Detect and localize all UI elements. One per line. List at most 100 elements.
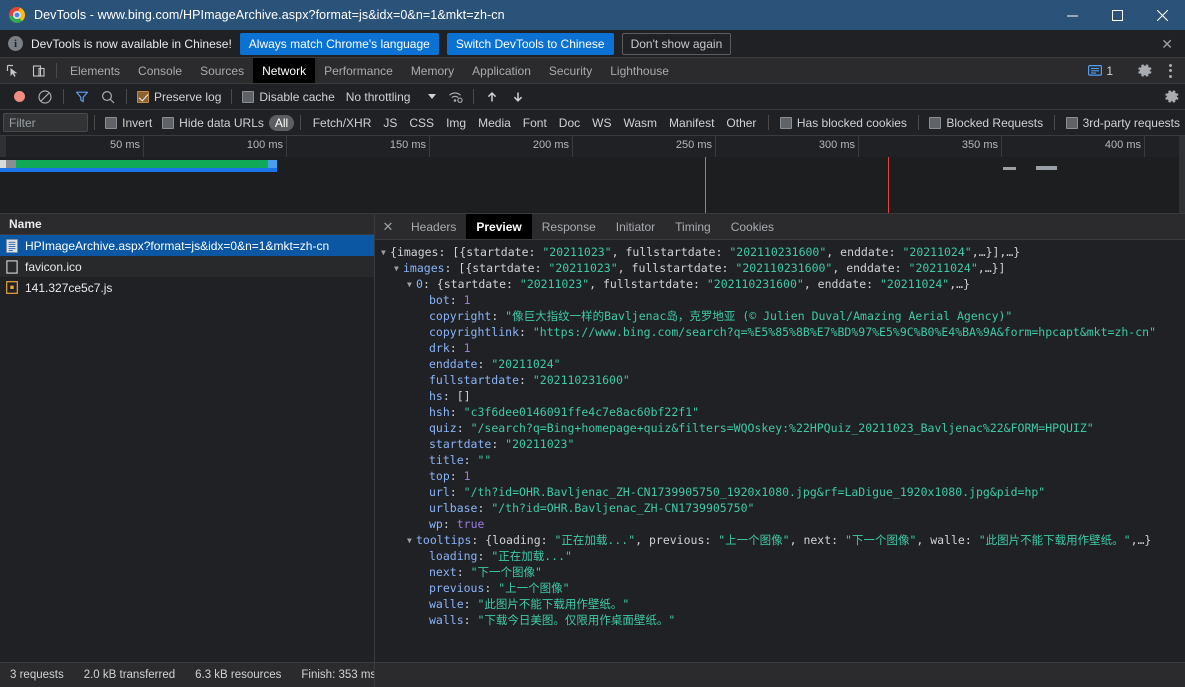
filter-type-js[interactable]: JS [377,115,403,131]
message-bubble-icon [1088,64,1103,76]
has-blocked-cookies-checkbox[interactable]: Has blocked cookies [775,116,912,130]
json-tree-line[interactable]: quiz: "/search?q=Bing+homepage+quiz&filt… [381,420,1185,436]
device-toolbar-icon[interactable] [26,58,52,83]
toolbar-divider [56,63,57,78]
preserve-log-checkbox[interactable]: Preserve log [132,90,226,104]
gear-icon[interactable] [1132,63,1158,78]
tab-sources[interactable]: Sources [191,58,253,83]
json-tree-line[interactable]: hsh: "c3f6dee0146091ffe4c7e8ac60bf22f1" [381,404,1185,420]
maximize-icon[interactable] [1095,0,1140,30]
json-tree-line[interactable]: ▼ images: [{startdate: "20211023", fullst… [381,260,1185,276]
filter-type-all[interactable]: All [268,114,295,131]
tab-memory[interactable]: Memory [402,58,463,83]
json-tree-line[interactable]: enddate: "20211024" [381,356,1185,372]
json-tree-line[interactable]: startdate: "20211023" [381,436,1185,452]
tab-preview[interactable]: Preview [466,214,532,239]
json-token: fullstartdate [603,277,694,291]
tab-console[interactable]: Console [129,58,191,83]
filter-input[interactable]: Filter [3,113,88,132]
close-icon[interactable] [1140,0,1185,30]
json-tree-line[interactable]: copyrightlink: "https://www.bing.com/sea… [381,324,1185,340]
json-token: tooltips [416,533,472,547]
filter-type-manifest[interactable]: Manifest [663,115,720,131]
filter-type-other[interactable]: Other [720,115,762,131]
tab-application[interactable]: Application [463,58,540,83]
json-tree-line[interactable]: copyright: "像巨大指纹一样的Bavljenac岛，克罗地亚 (© J… [381,308,1185,324]
blocked-requests-checkbox[interactable]: Blocked Requests [924,116,1048,130]
tab-cookies[interactable]: Cookies [721,214,784,239]
tab-timing[interactable]: Timing [665,214,721,239]
json-tree-line[interactable]: url: "/th?id=OHR.Bavljenac_ZH-CN17399057… [381,484,1185,500]
switch-to-chinese-button[interactable]: Switch DevTools to Chinese [446,32,614,55]
upload-arrow-icon[interactable] [479,84,505,110]
network-overview-timeline[interactable]: 50 ms 100 ms 150 ms 200 ms 250 ms 300 ms… [0,136,1185,214]
more-vertical-icon[interactable] [1160,63,1181,78]
filter-type-fetch-xhr[interactable]: Fetch/XHR [307,115,378,131]
disable-cache-checkbox[interactable]: Disable cache [237,90,339,104]
always-match-language-button[interactable]: Always match Chrome's language [239,32,439,55]
request-list[interactable]: HPImageArchive.aspx?format=js&idx=0&n=1&… [0,235,374,662]
filter-type-css[interactable]: CSS [403,115,440,131]
minimize-icon[interactable] [1050,0,1095,30]
tab-headers[interactable]: Headers [401,214,466,239]
close-icon[interactable]: ✕ [1155,37,1179,51]
disclosure-triangle-icon[interactable]: ▼ [407,533,416,549]
json-preview-tree[interactable]: ▼ {images: [{startdate: "20211023", fulls… [375,240,1185,662]
tab-lighthouse[interactable]: Lighthouse [601,58,678,83]
tab-network[interactable]: Network [253,58,316,83]
json-tree-line[interactable]: walls: "下载今日美图。仅限用作桌面壁纸。" [381,612,1185,628]
json-tree-line[interactable]: title: "" [381,452,1185,468]
table-row[interactable]: 141.327ce5c7.js [0,277,374,298]
hide-data-urls-checkbox[interactable]: Hide data URLs [157,116,269,130]
json-tree-line[interactable]: ▼ 0: {startdate: "20211023", fullstartdat… [381,276,1185,292]
json-tree-line[interactable]: walle: "此图片不能下载用作壁纸。" [381,596,1185,612]
table-row[interactable]: favicon.ico [0,256,374,277]
tab-response[interactable]: Response [532,214,606,239]
message-count-badge[interactable]: 1 [1082,64,1119,78]
filter-type-ws[interactable]: WS [586,115,617,131]
json-tree-line[interactable]: fullstartdate: "202110231600" [381,372,1185,388]
filter-type-wasm[interactable]: Wasm [617,115,663,131]
download-arrow-icon[interactable] [505,84,531,110]
filter-type-img[interactable]: Img [440,115,472,131]
dont-show-again-button[interactable]: Don't show again [621,32,732,55]
json-tree-line[interactable]: ▼ tooltips: {loading: "正在加载...", previous… [381,532,1185,548]
gear-icon[interactable] [1159,84,1185,110]
json-tree-line[interactable]: hs: [] [381,388,1185,404]
search-icon[interactable] [95,84,121,110]
disable-cache-label: Disable cache [259,89,335,104]
json-tree-line[interactable]: next: "下一个图像" [381,564,1185,580]
third-party-requests-checkbox[interactable]: 3rd-party requests [1061,116,1185,130]
network-conditions-icon[interactable] [442,84,468,110]
filter-type-font[interactable]: Font [517,115,553,131]
json-tree-line[interactable]: previous: "上一个图像" [381,580,1185,596]
tab-elements[interactable]: Elements [61,58,129,83]
json-tree-line[interactable]: urlbase: "/th?id=OHR.Bavljenac_ZH-CN1739… [381,500,1185,516]
filter-type-media[interactable]: Media [472,115,517,131]
filter-type-doc[interactable]: Doc [553,115,586,131]
table-row[interactable]: HPImageArchive.aspx?format=js&idx=0&n=1&… [0,235,374,256]
disclosure-triangle-icon[interactable]: ▼ [407,277,416,293]
close-icon[interactable]: ✕ [375,214,401,239]
json-tree-line[interactable]: top: 1 [381,468,1185,484]
json-token: "此图片不能下载用作壁纸。" [978,533,1131,547]
tab-performance[interactable]: Performance [315,58,402,83]
json-token: 1 [463,341,471,355]
tab-security[interactable]: Security [540,58,601,83]
json-tree-line[interactable]: wp: true [381,516,1185,532]
disclosure-triangle-icon[interactable]: ▼ [394,261,403,277]
json-token: "下载今日美图。仅限用作桌面壁纸。" [477,613,676,627]
json-tree-line[interactable]: bot: 1 [381,292,1185,308]
record-circle-icon[interactable] [6,84,32,110]
json-tree-line[interactable]: loading: "正在加载..." [381,548,1185,564]
invert-checkbox[interactable]: Invert [100,116,157,130]
inspect-element-icon[interactable] [0,58,26,83]
overview-selection-handle-right[interactable] [1179,136,1185,213]
funnel-filter-icon[interactable] [69,84,95,110]
json-tree-line[interactable]: drk: 1 [381,340,1185,356]
disclosure-triangle-icon[interactable]: ▼ [381,245,390,261]
throttling-dropdown[interactable]: No throttling [340,90,443,104]
json-tree-line[interactable]: ▼ {images: [{startdate: "20211023", fulls… [381,244,1185,260]
tab-initiator[interactable]: Initiator [606,214,665,239]
clear-no-entry-icon[interactable] [32,84,58,110]
